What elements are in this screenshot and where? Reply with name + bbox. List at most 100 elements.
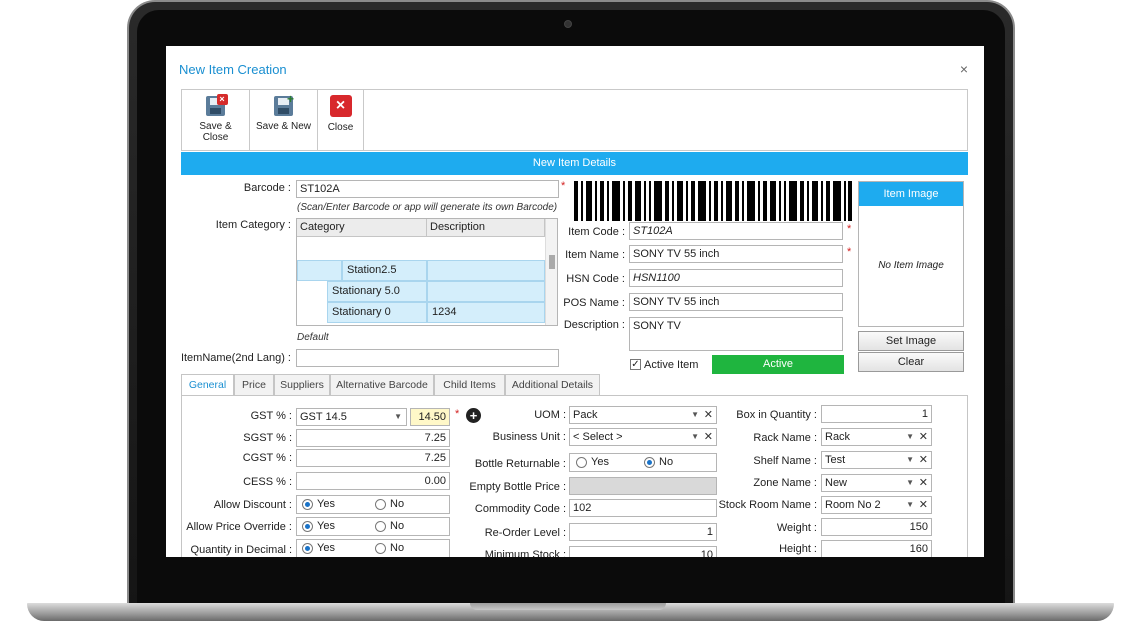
- price-override-no-radio[interactable]: [375, 521, 386, 532]
- weight-label: Weight :: [776, 522, 817, 534]
- allow-discount-label: Allow Discount :: [213, 499, 292, 511]
- description-input[interactable]: SONY TV: [629, 317, 843, 351]
- stock-room-label: Stock Room Name :: [718, 499, 817, 511]
- tab-suppliers[interactable]: Suppliers: [274, 374, 330, 395]
- cgst-input[interactable]: 7.25: [296, 449, 450, 467]
- barcode-image: [574, 181, 852, 221]
- category-grid[interactable]: Category Description Station2.5 Stationa…: [296, 218, 558, 326]
- description-cell[interactable]: [427, 281, 545, 302]
- item-name-input[interactable]: SONY TV 55 inch: [629, 245, 843, 263]
- reorder-level-input[interactable]: 1: [569, 523, 717, 541]
- price-override-yes-radio[interactable]: [302, 521, 313, 532]
- allow-discount-radio-group: Yes No: [296, 495, 450, 514]
- close-button[interactable]: × Close: [318, 90, 364, 150]
- webcam-icon: [564, 20, 572, 28]
- dropdown-arrow-icon: ▼: [906, 432, 914, 441]
- clear-icon[interactable]: ✕: [919, 429, 928, 445]
- qty-decimal-yes-radio[interactable]: [302, 543, 313, 554]
- rack-select[interactable]: Rack ▼ ✕: [821, 428, 932, 446]
- active-item-checkbox[interactable]: ✓: [630, 359, 641, 370]
- itemname2-label: ItemName(2nd Lang) :: [180, 352, 291, 364]
- tab-alternative-barcode[interactable]: Alternative Barcode: [330, 374, 434, 395]
- barcode-input[interactable]: ST102A: [296, 180, 559, 198]
- item-category-label: Item Category :: [215, 219, 291, 231]
- bottle-returnable-label: Bottle Returnable :: [474, 458, 566, 470]
- required-mark: *: [847, 223, 852, 235]
- zone-select[interactable]: New ▼ ✕: [821, 474, 932, 492]
- bottle-returnable-radio-group: Yes No: [569, 453, 717, 472]
- stock-room-select[interactable]: Room No 2 ▼ ✕: [821, 496, 932, 514]
- category-cell[interactable]: Stationary 5.0: [327, 281, 427, 302]
- gst-value-input[interactable]: 14.50: [410, 408, 450, 426]
- empty-bottle-price-input: [569, 477, 717, 495]
- bottle-returnable-no-radio[interactable]: [644, 457, 655, 468]
- allow-discount-yes-radio[interactable]: [302, 499, 313, 510]
- sgst-input[interactable]: 7.25: [296, 429, 450, 447]
- description-cell[interactable]: 1234: [427, 302, 545, 323]
- rack-value: Rack: [825, 431, 851, 443]
- uom-select[interactable]: Pack ▼ ✕: [569, 406, 717, 424]
- tab-general[interactable]: General: [181, 374, 234, 396]
- set-image-button[interactable]: Set Image: [858, 331, 964, 351]
- cess-input[interactable]: 0.00: [296, 472, 450, 490]
- tab-child-items[interactable]: Child Items: [434, 374, 505, 395]
- height-input[interactable]: 160: [821, 540, 932, 557]
- description-label: Description :: [563, 319, 625, 331]
- business-unit-select[interactable]: < Select > ▼ ✕: [569, 428, 717, 446]
- zone-value: New: [825, 477, 848, 489]
- category-cell[interactable]: Stationary 0: [327, 302, 427, 323]
- bottle-returnable-yes-radio[interactable]: [576, 457, 587, 468]
- clear-icon[interactable]: ✕: [704, 429, 713, 445]
- tab-price[interactable]: Price: [234, 374, 274, 395]
- barcode-hint: (Scan/Enter Barcode or app will generate…: [297, 202, 558, 213]
- hsn-input[interactable]: HSN1100: [629, 269, 843, 287]
- min-stock-label: Minimum Stock :: [484, 549, 566, 557]
- section-header: New Item Details: [181, 152, 968, 175]
- radio-yes-label: Yes: [317, 520, 335, 532]
- item-code-label: Item Code :: [568, 226, 625, 238]
- shelf-label: Shelf Name :: [753, 455, 817, 467]
- qty-decimal-label: Quantity in Decimal :: [190, 544, 292, 556]
- radio-no-label: No: [390, 520, 405, 532]
- save-close-label: Save & Close: [199, 121, 232, 143]
- tab-additional-details[interactable]: Additional Details: [505, 374, 600, 395]
- window-close-icon[interactable]: ×: [960, 61, 968, 77]
- qty-decimal-radio-group: Yes No: [296, 539, 450, 557]
- item-code-input[interactable]: ST102A: [629, 222, 843, 240]
- allow-discount-no-radio[interactable]: [375, 499, 386, 510]
- close-label: Close: [327, 122, 354, 133]
- commodity-code-input[interactable]: 102: [569, 499, 717, 517]
- description-cell[interactable]: [427, 260, 545, 281]
- save-close-button[interactable]: × Save & Close: [182, 90, 250, 150]
- dropdown-arrow-icon: ▼: [394, 412, 402, 421]
- uom-value: Pack: [573, 409, 598, 421]
- height-label: Height :: [779, 543, 817, 555]
- weight-input[interactable]: 150: [821, 518, 932, 536]
- business-unit-value: < Select >: [573, 431, 623, 443]
- category-cell[interactable]: Station2.5: [342, 260, 427, 281]
- pos-label: POS Name :: [563, 297, 625, 309]
- shelf-select[interactable]: Test ▼ ✕: [821, 451, 932, 469]
- dropdown-arrow-icon: ▼: [691, 432, 699, 441]
- radio-no-label: No: [390, 542, 405, 554]
- gst-select[interactable]: GST 14.5 ▼: [296, 408, 407, 426]
- clear-image-button[interactable]: Clear: [858, 352, 964, 372]
- pos-input[interactable]: SONY TV 55 inch: [629, 293, 843, 311]
- hsn-label: HSN Code :: [566, 273, 625, 285]
- cess-label: CESS % :: [243, 476, 292, 488]
- qty-decimal-no-radio[interactable]: [375, 543, 386, 554]
- clear-icon[interactable]: ✕: [919, 452, 928, 468]
- sgst-label: SGST % :: [243, 432, 292, 444]
- item-image-panel: Item Image No Item Image: [858, 181, 964, 327]
- save-new-button[interactable]: + Save & New: [250, 90, 318, 150]
- app-window: New Item Creation × × Save & Close + Sav…: [166, 46, 984, 557]
- itemname2-input[interactable]: [296, 349, 559, 367]
- tree-indent: [297, 260, 342, 281]
- min-stock-input[interactable]: 10: [569, 546, 717, 557]
- clear-icon[interactable]: ✕: [919, 497, 928, 513]
- commodity-code-label: Commodity Code :: [474, 503, 566, 515]
- clear-icon[interactable]: ✕: [919, 475, 928, 491]
- box-qty-input[interactable]: 1: [821, 405, 932, 423]
- dropdown-arrow-icon: ▼: [906, 455, 914, 464]
- clear-icon[interactable]: ✕: [704, 407, 713, 423]
